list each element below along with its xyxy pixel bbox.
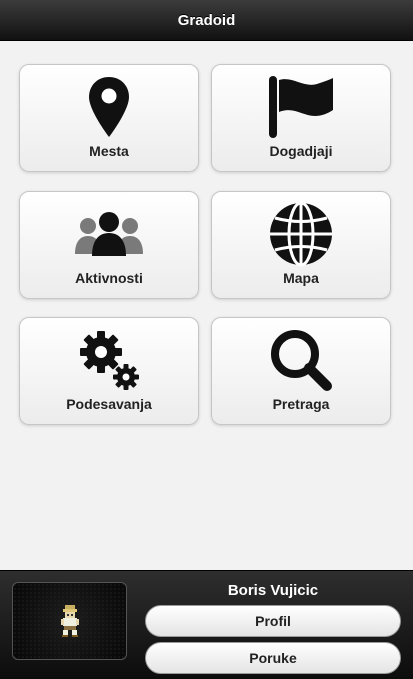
main-menu: Mesta Dogadjaji Aktivnosti Mapa Podesava… [0,41,413,569]
map-pin-icon [20,73,198,141]
gears-icon [20,326,198,394]
search-icon [212,326,390,394]
avatar-figure-icon [61,605,79,637]
menu-tile-aktivnosti[interactable]: Aktivnosti [19,191,199,299]
people-icon [20,200,198,268]
avatar[interactable] [12,582,127,660]
menu-tile-label: Mapa [283,270,319,286]
menu-tile-label: Dogadjaji [269,143,333,159]
menu-tile-pretraga[interactable]: Pretraga [211,317,391,425]
globe-icon [212,200,390,268]
profile-button[interactable]: Profil [145,605,401,637]
menu-tile-dogadjaji[interactable]: Dogadjaji [211,64,391,172]
menu-tile-podesavanja[interactable]: Podesavanja [19,317,199,425]
menu-tile-label: Aktivnosti [75,270,143,286]
user-name: Boris Vujicic [227,582,319,599]
menu-tile-mesta[interactable]: Mesta [19,64,199,172]
menu-tile-mapa[interactable]: Mapa [211,191,391,299]
menu-tile-label: Pretraga [272,396,330,412]
app-title: Gradoid [177,11,236,29]
menu-tile-label: Podesavanja [66,396,152,412]
app-header: Gradoid [0,0,413,41]
user-panel: Boris Vujicic Profil Poruke [0,570,413,679]
menu-tile-label: Mesta [89,143,129,159]
messages-button[interactable]: Poruke [145,642,401,674]
flag-icon [212,73,390,141]
